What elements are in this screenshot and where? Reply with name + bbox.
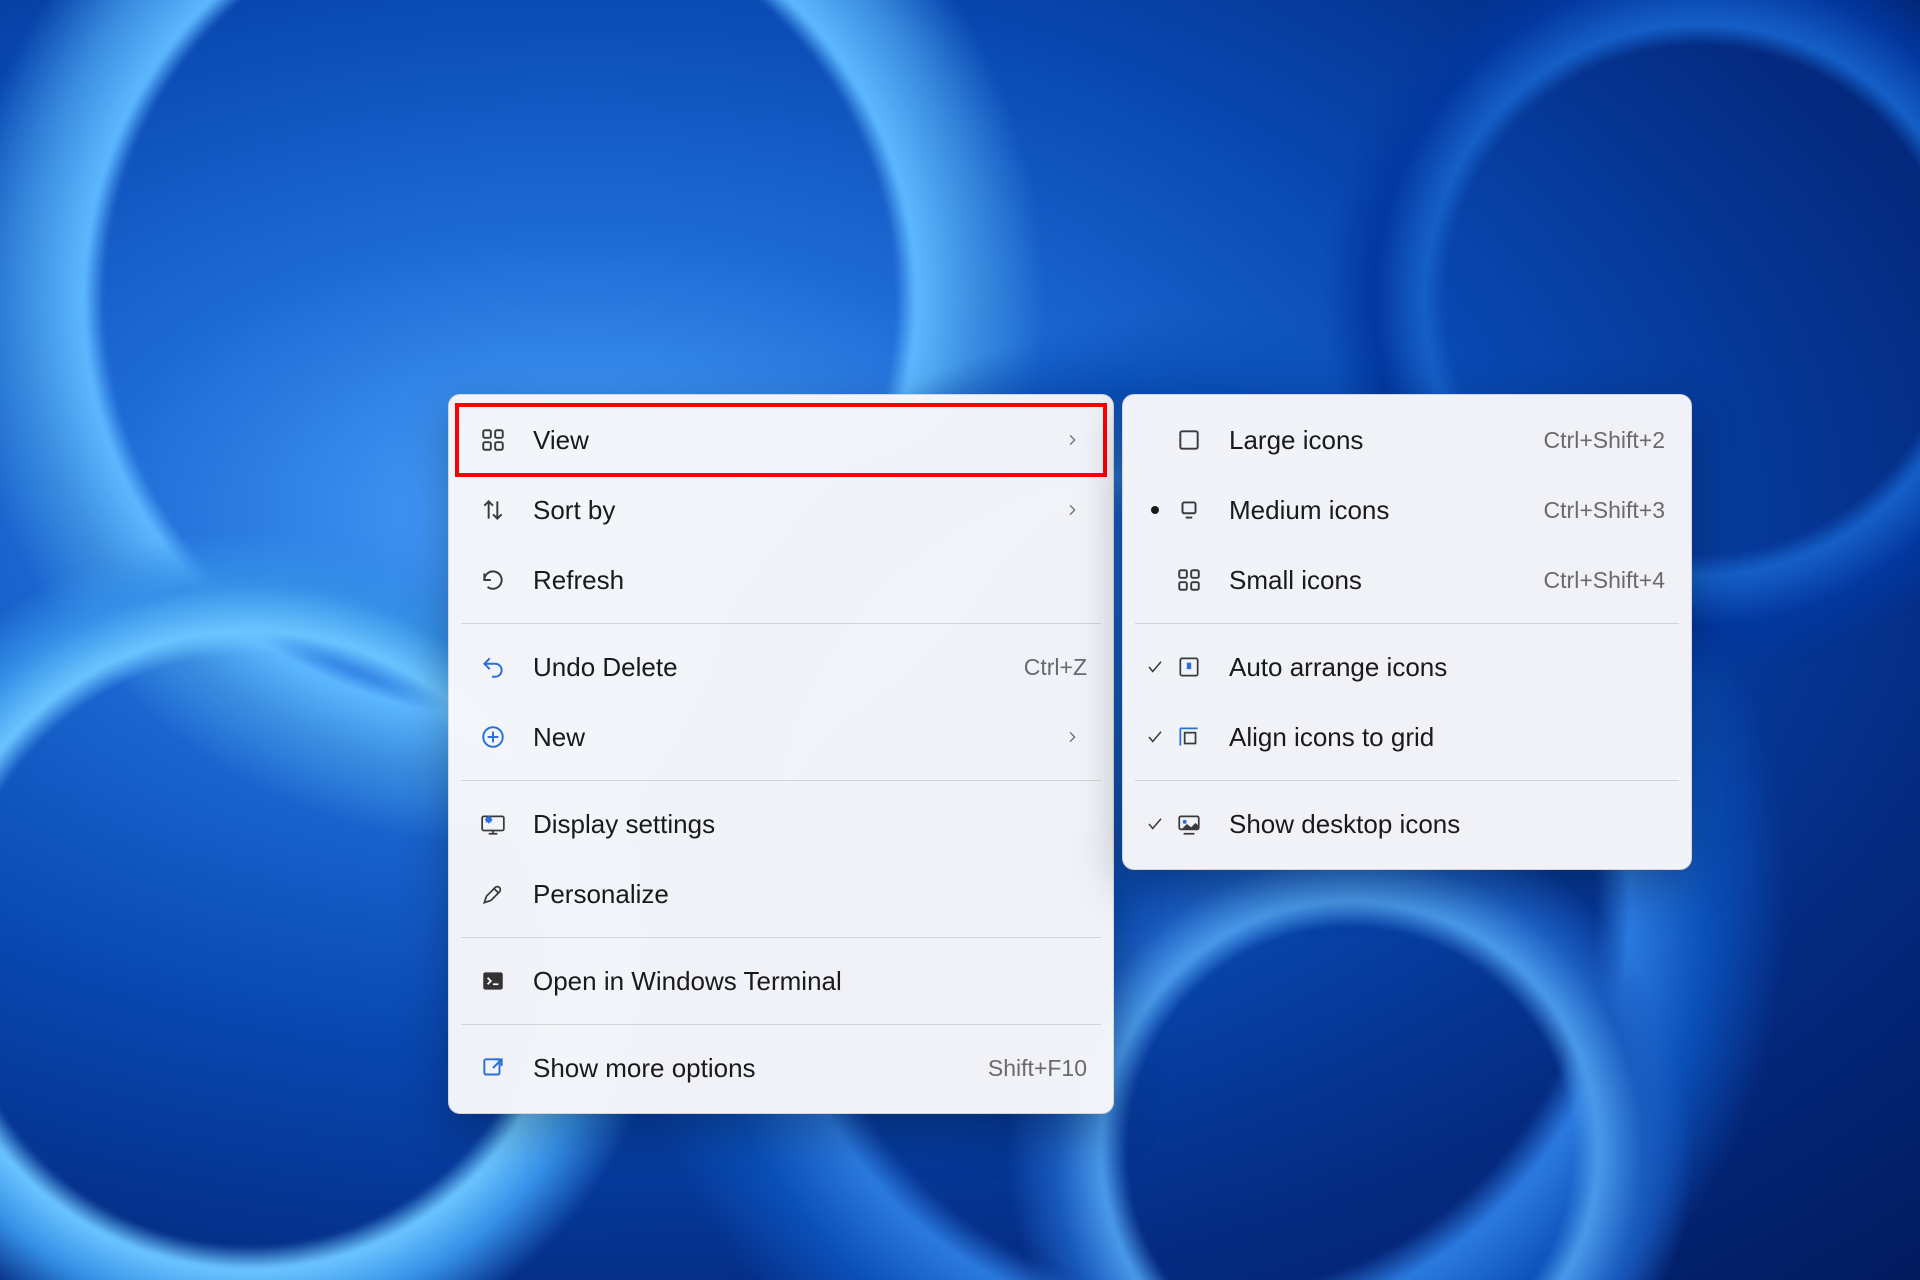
menu-divider (461, 937, 1101, 938)
view-submenu: Large icons Ctrl+Shift+2 Medium icons Ct… (1122, 394, 1692, 870)
menu-divider (461, 780, 1101, 781)
menu-item-refresh[interactable]: Refresh (457, 545, 1105, 615)
refresh-icon (475, 567, 511, 593)
menu-shortcut: Ctrl+Shift+2 (1544, 427, 1665, 454)
menu-divider (1135, 780, 1679, 781)
menu-label: Personalize (533, 879, 1087, 910)
menu-label: Show desktop icons (1229, 809, 1665, 840)
menu-shortcut: Shift+F10 (988, 1055, 1087, 1082)
show-more-icon (475, 1055, 511, 1081)
menu-label: Medium icons (1229, 495, 1544, 526)
menu-label: Display settings (533, 809, 1087, 840)
terminal-icon (475, 968, 511, 994)
align-grid-icon (1171, 724, 1207, 750)
menu-label: Undo Delete (533, 652, 1024, 683)
auto-arrange-icon (1171, 654, 1207, 680)
menu-label: Open in Windows Terminal (533, 966, 1087, 997)
check-icon (1139, 658, 1171, 676)
submenu-item-small-icons[interactable]: Small icons Ctrl+Shift+4 (1131, 545, 1683, 615)
menu-shortcut: Ctrl+Z (1024, 654, 1087, 681)
menu-item-personalize[interactable]: Personalize (457, 859, 1105, 929)
menu-label: Auto arrange icons (1229, 652, 1665, 683)
undo-icon (475, 654, 511, 680)
medium-icons-icon (1171, 497, 1207, 523)
personalize-icon (475, 881, 511, 907)
desktop-context-menu: View Sort by Refresh (448, 394, 1114, 1114)
sort-icon (475, 497, 511, 523)
check-icon (1139, 815, 1171, 833)
menu-item-view[interactable]: View (457, 405, 1105, 475)
check-icon (1139, 728, 1171, 746)
menu-label: Sort by (533, 495, 1057, 526)
large-icons-icon (1171, 427, 1207, 453)
menu-label: Refresh (533, 565, 1087, 596)
menu-divider (461, 623, 1101, 624)
menu-item-new[interactable]: New (457, 702, 1105, 772)
submenu-item-align-grid[interactable]: Align icons to grid (1131, 702, 1683, 772)
submenu-item-large-icons[interactable]: Large icons Ctrl+Shift+2 (1131, 405, 1683, 475)
menu-item-sort-by[interactable]: Sort by (457, 475, 1105, 545)
menu-shortcut: Ctrl+Shift+4 (1544, 567, 1665, 594)
menu-item-display-settings[interactable]: Display settings (457, 789, 1105, 859)
menu-item-show-more-options[interactable]: Show more options Shift+F10 (457, 1033, 1105, 1103)
small-icons-icon (1171, 567, 1207, 593)
menu-item-undo-delete[interactable]: Undo Delete Ctrl+Z (457, 632, 1105, 702)
menu-divider (1135, 623, 1679, 624)
submenu-item-show-desktop-icons[interactable]: Show desktop icons (1131, 789, 1683, 859)
menu-item-open-terminal[interactable]: Open in Windows Terminal (457, 946, 1105, 1016)
chevron-right-icon (1057, 432, 1087, 448)
desktop-icons-icon (1171, 811, 1207, 837)
menu-divider (461, 1024, 1101, 1025)
menu-label: Small icons (1229, 565, 1544, 596)
submenu-item-medium-icons[interactable]: Medium icons Ctrl+Shift+3 (1131, 475, 1683, 545)
plus-circle-icon (475, 724, 511, 750)
menu-label: View (533, 425, 1057, 456)
chevron-right-icon (1057, 502, 1087, 518)
menu-label: New (533, 722, 1057, 753)
menu-shortcut: Ctrl+Shift+3 (1544, 497, 1665, 524)
submenu-item-auto-arrange[interactable]: Auto arrange icons (1131, 632, 1683, 702)
radio-selected-icon (1139, 506, 1171, 514)
menu-label: Show more options (533, 1053, 988, 1084)
menu-label: Large icons (1229, 425, 1544, 456)
menu-label: Align icons to grid (1229, 722, 1665, 753)
chevron-right-icon (1057, 729, 1087, 745)
display-settings-icon (475, 811, 511, 837)
view-grid-icon (475, 427, 511, 453)
